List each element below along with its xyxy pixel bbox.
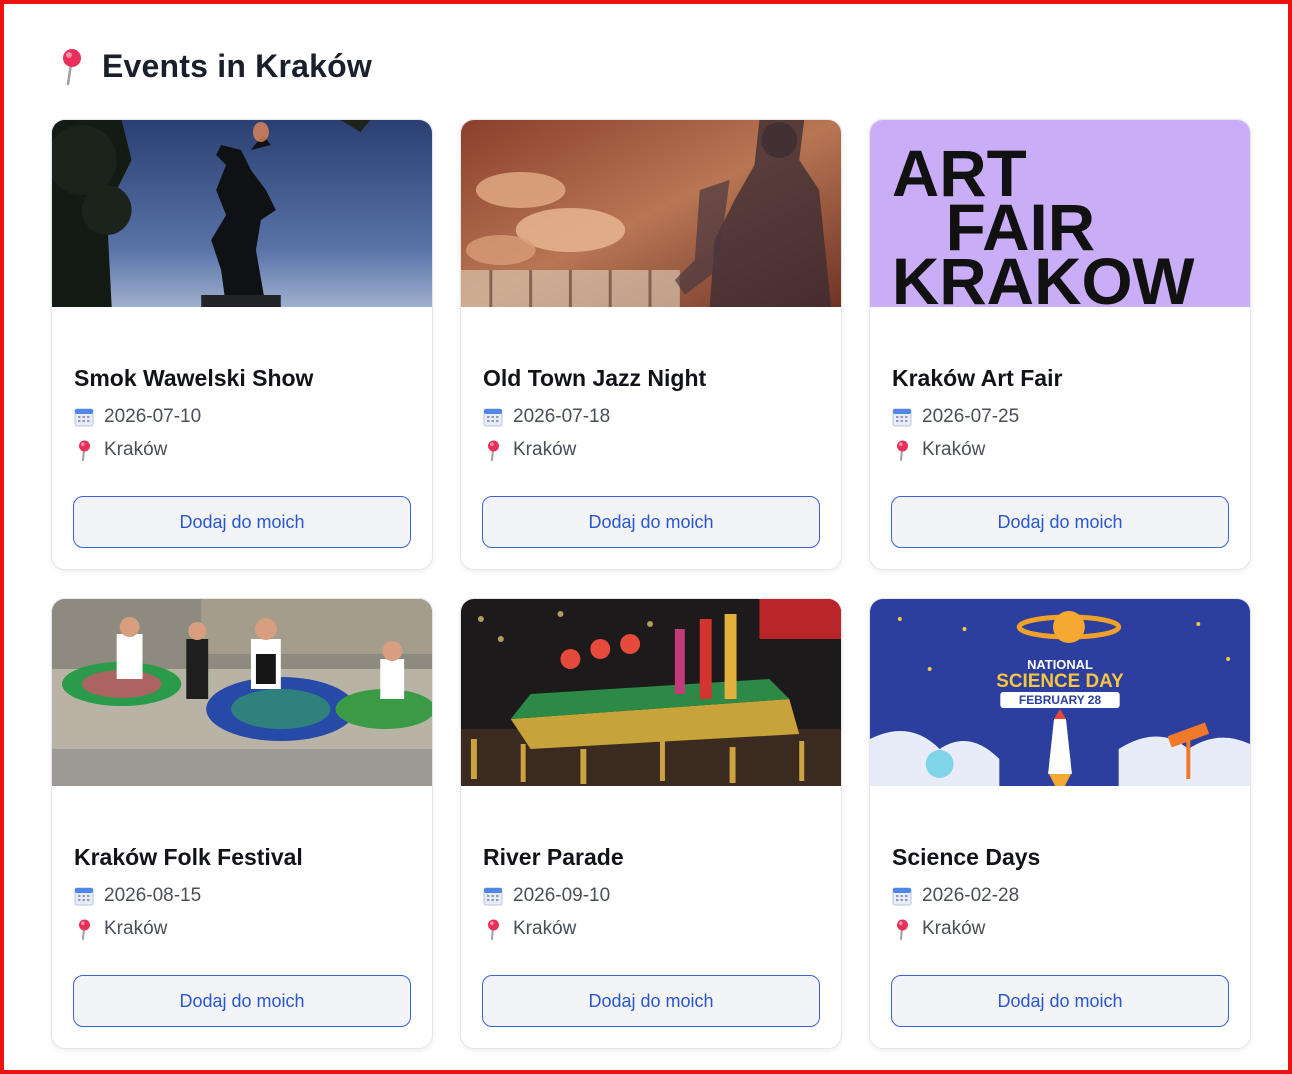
map-pin-icon — [892, 918, 912, 940]
calendar-icon — [483, 885, 503, 907]
event-location-text: Kraków — [513, 439, 577, 460]
event-date: 2026-08-15 — [74, 885, 201, 907]
add-to-my-events-button[interactable]: Dodaj do moich — [73, 975, 411, 1027]
event-card: Smok Wawelski Show 2026-07-10 Kraków Dod… — [51, 119, 433, 570]
event-date: 2026-07-18 — [483, 406, 610, 428]
map-pin-icon — [483, 439, 503, 461]
calendar-icon — [892, 406, 912, 428]
science-poster-line-3: FEBRUARY 28 — [1019, 693, 1101, 707]
event-card: Old Town Jazz Night 2026-07-18 Kraków Do… — [460, 119, 842, 570]
calendar-icon — [74, 406, 94, 428]
event-date-text: 2026-02-28 — [922, 885, 1020, 906]
add-to-my-events-button[interactable]: Dodaj do moich — [482, 496, 820, 548]
map-pin-icon — [483, 918, 503, 940]
event-date-text: 2026-07-18 — [513, 406, 611, 427]
event-card: NATIONAL SCIENCE DAY FEBRUARY 28 Science… — [869, 598, 1251, 1049]
event-image-dragon — [52, 120, 432, 307]
calendar-icon — [892, 885, 912, 907]
event-location-text: Kraków — [922, 918, 986, 939]
event-card: Kraków Folk Festival 2026-08-15 Kraków D… — [51, 598, 433, 1049]
event-location: Kraków — [74, 439, 167, 461]
event-date: 2026-02-28 — [892, 885, 1019, 907]
page-title: Events in Kraków — [102, 47, 372, 84]
art-poster-line-3: KRAKOW — [892, 244, 1196, 307]
event-location-text: Kraków — [922, 439, 986, 460]
event-date-text: 2026-08-15 — [104, 885, 202, 906]
event-date-text: 2026-07-25 — [922, 406, 1020, 427]
event-image-science-day: NATIONAL SCIENCE DAY FEBRUARY 28 — [870, 599, 1250, 786]
calendar-icon — [74, 885, 94, 907]
event-location-text: Kraków — [104, 439, 168, 460]
event-image-art-fair: ART FAIR KRAKOW — [870, 120, 1250, 307]
page-header: Events in Kraków — [54, 46, 372, 86]
map-pin-icon — [74, 918, 94, 940]
event-image-parade-float — [461, 599, 841, 786]
event-date-text: 2026-07-10 — [104, 406, 202, 427]
event-title: Science Days — [892, 844, 1041, 870]
event-location: Kraków — [483, 439, 576, 461]
event-location: Kraków — [483, 918, 576, 940]
event-location: Kraków — [892, 918, 985, 940]
event-location-text: Kraków — [513, 918, 577, 939]
calendar-icon — [483, 406, 503, 428]
event-location: Kraków — [892, 439, 985, 461]
map-pin-icon — [54, 46, 86, 86]
add-to-my-events-button[interactable]: Dodaj do moich — [891, 496, 1229, 548]
add-to-my-events-button[interactable]: Dodaj do moich — [891, 975, 1229, 1027]
event-date: 2026-07-10 — [74, 406, 201, 428]
event-image-jazz — [461, 120, 841, 307]
add-to-my-events-button[interactable]: Dodaj do moich — [73, 496, 411, 548]
event-date: 2026-07-25 — [892, 406, 1019, 428]
event-date: 2026-09-10 — [483, 885, 610, 907]
science-poster-line-1: NATIONAL — [1027, 657, 1093, 672]
event-location-text: Kraków — [104, 918, 168, 939]
event-title: Smok Wawelski Show — [74, 365, 314, 391]
map-pin-icon — [892, 439, 912, 461]
event-title: Kraków Folk Festival — [74, 844, 303, 870]
event-location: Kraków — [74, 918, 167, 940]
event-card: River Parade 2026-09-10 Kraków Dodaj do … — [460, 598, 842, 1049]
science-poster-line-2: SCIENCE DAY — [996, 671, 1124, 692]
event-card: ART FAIR KRAKOW Kraków Art Fair 2026-07-… — [869, 119, 1251, 570]
add-to-my-events-button[interactable]: Dodaj do moich — [482, 975, 820, 1027]
map-pin-icon — [74, 439, 94, 461]
event-title: Old Town Jazz Night — [483, 365, 707, 391]
event-image-folk-dancers — [52, 599, 432, 786]
event-date-text: 2026-09-10 — [513, 885, 611, 906]
events-grid: Smok Wawelski Show 2026-07-10 Kraków Dod… — [51, 119, 1251, 1049]
event-title: River Parade — [483, 844, 624, 870]
event-title: Kraków Art Fair — [892, 365, 1063, 391]
